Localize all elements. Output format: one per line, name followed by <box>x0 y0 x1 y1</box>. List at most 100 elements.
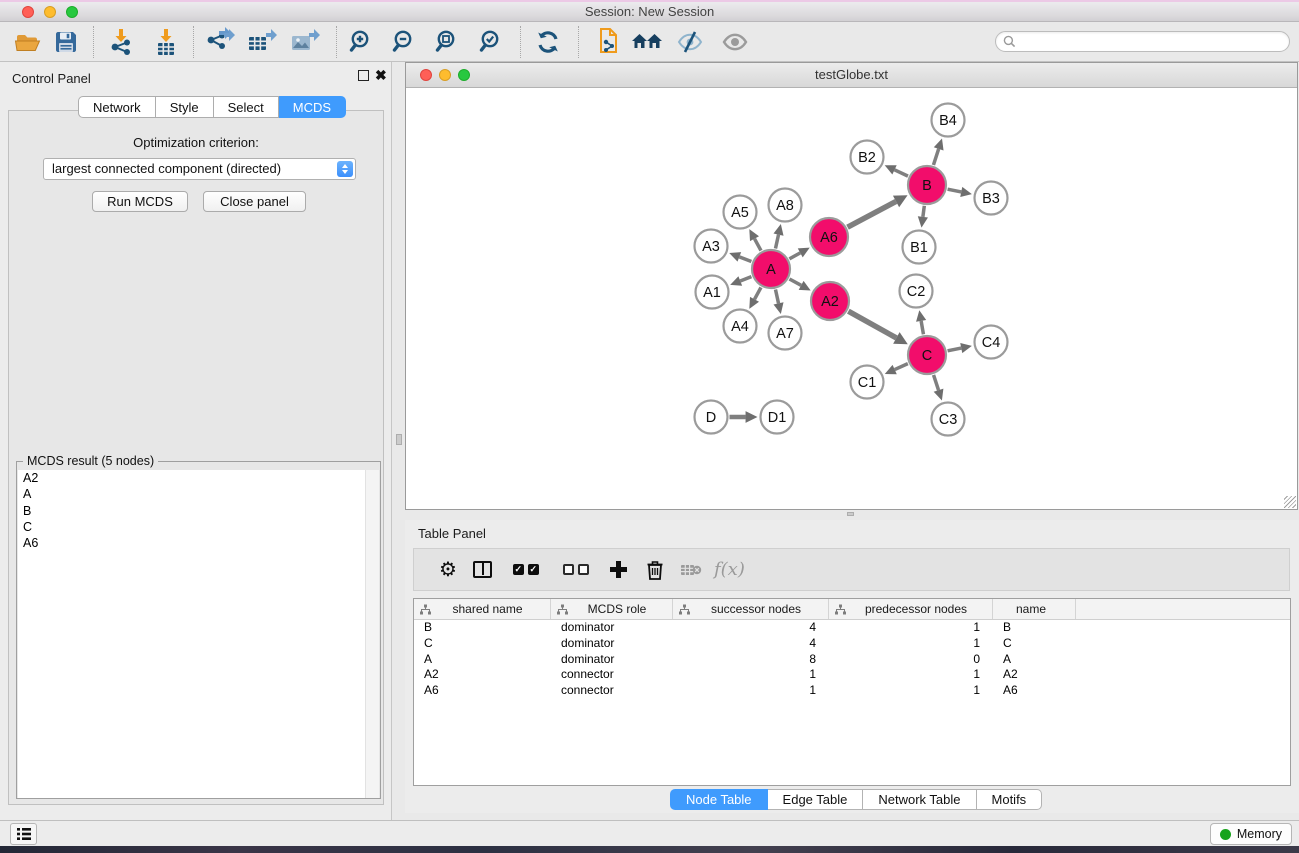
graph-edge-A-A7[interactable] <box>775 290 778 304</box>
network-zoom-button[interactable] <box>458 69 470 81</box>
cell[interactable]: dominator <box>551 636 673 652</box>
cell[interactable]: B <box>993 620 1076 636</box>
zoom-in-icon[interactable] <box>344 25 380 59</box>
cell[interactable]: 4 <box>673 620 829 636</box>
graph-node-A3[interactable]: A3 <box>695 230 728 263</box>
cell[interactable]: 1 <box>673 683 829 699</box>
graph-edge-A-A3[interactable] <box>739 257 751 262</box>
open-session-icon[interactable] <box>10 25 46 59</box>
network-minimize-button[interactable] <box>439 69 451 81</box>
network-from-file-icon[interactable] <box>590 25 626 59</box>
graph-edge-C-C3[interactable] <box>934 375 939 390</box>
graph-node-C2[interactable]: C2 <box>900 275 933 308</box>
vertical-scrollbar-remnant[interactable] <box>396 434 402 445</box>
split-view-icon[interactable] <box>464 553 501 587</box>
graph-node-A4[interactable]: A4 <box>724 310 757 343</box>
graph-node-C1[interactable]: C1 <box>851 366 884 399</box>
graph-node-B3[interactable]: B3 <box>975 182 1008 215</box>
table-row-A6[interactable]: A6connector11A6 <box>414 683 1290 699</box>
graph-node-C3[interactable]: C3 <box>932 403 965 436</box>
graph-node-A1[interactable]: A1 <box>696 276 729 309</box>
cell[interactable]: A6 <box>993 683 1076 699</box>
graph-node-D[interactable]: D <box>695 401 728 434</box>
result-item[interactable]: B <box>18 503 379 519</box>
column-header-shared-name[interactable]: shared name <box>414 599 551 619</box>
add-column-icon[interactable] <box>609 553 628 587</box>
network-window-titlebar[interactable]: testGlobe.txt <box>406 63 1297 88</box>
zoom-selected-icon[interactable] <box>474 25 510 59</box>
graph-edge-A2-C[interactable] <box>848 311 896 338</box>
mcds-result-list[interactable]: A2ABCA6 <box>18 470 379 798</box>
zoom-window-button[interactable] <box>66 6 78 18</box>
cell[interactable]: 0 <box>829 652 993 668</box>
cell[interactable]: 1 <box>829 683 993 699</box>
graph-edge-B-B1[interactable] <box>923 206 924 217</box>
export-table-icon[interactable] <box>243 25 279 59</box>
export-network-icon[interactable] <box>201 25 237 59</box>
close-panel-icon[interactable]: ✖ <box>375 67 387 83</box>
graph-node-B2[interactable]: B2 <box>851 141 884 174</box>
cell[interactable]: A <box>414 652 551 668</box>
graph-node-A5[interactable]: A5 <box>724 196 757 229</box>
tab-network-table[interactable]: Network Table <box>863 789 976 810</box>
table-row-B[interactable]: Bdominator41B <box>414 620 1290 636</box>
delete-column-trash-icon[interactable] <box>646 553 664 587</box>
zoom-fit-icon[interactable] <box>430 25 466 59</box>
table-row-A[interactable]: Adominator80A <box>414 652 1290 668</box>
column-header-successor-nodes[interactable]: successor nodes <box>673 599 829 619</box>
cell[interactable]: 4 <box>673 636 829 652</box>
network-close-button[interactable] <box>420 69 432 81</box>
table-row-C[interactable]: Cdominator41C <box>414 636 1290 652</box>
cell[interactable]: connector <box>551 683 673 699</box>
graph-edge-A-A6[interactable] <box>789 253 800 259</box>
graph-edge-A-A4[interactable] <box>755 287 761 299</box>
graph-node-D1[interactable]: D1 <box>761 401 794 434</box>
column-header-MCDS-role[interactable]: MCDS role <box>551 599 673 619</box>
table-row-A2[interactable]: A2connector11A2 <box>414 667 1290 683</box>
hide-visibility-icon[interactable] <box>672 25 708 59</box>
graph-edge-A-A2[interactable] <box>789 279 801 285</box>
graph-edge-B-B4[interactable] <box>933 149 938 165</box>
cell[interactable]: 1 <box>829 620 993 636</box>
float-panel-icon[interactable] <box>358 70 369 81</box>
function-builder-icon[interactable]: f(x) <box>702 553 745 587</box>
graph-node-B4[interactable]: B4 <box>932 104 965 137</box>
cell[interactable]: A2 <box>993 667 1076 683</box>
result-item[interactable]: A2 <box>18 470 379 486</box>
graph-edge-C-C4[interactable] <box>948 348 962 351</box>
cell[interactable]: connector <box>551 667 673 683</box>
tab-mcds[interactable]: MCDS <box>279 96 346 118</box>
deselect-all-columns-icon[interactable] <box>561 553 591 587</box>
graph-edge-A6-B[interactable] <box>848 201 896 227</box>
graph-edge-B-B2[interactable] <box>895 170 908 176</box>
graph-node-B1[interactable]: B1 <box>903 231 936 264</box>
graph-edge-C-C2[interactable] <box>921 321 923 334</box>
save-session-icon[interactable] <box>48 25 84 59</box>
tab-node-table[interactable]: Node Table <box>670 789 768 810</box>
tab-select[interactable]: Select <box>214 96 279 118</box>
graph-node-A7[interactable]: A7 <box>769 317 802 350</box>
select-all-columns-icon[interactable] <box>511 553 541 587</box>
cell[interactable]: dominator <box>551 620 673 636</box>
cell[interactable]: C <box>993 636 1076 652</box>
column-header-predecessor-nodes[interactable]: predecessor nodes <box>829 599 993 619</box>
graph-node-A2[interactable]: A2 <box>811 282 849 320</box>
cell[interactable]: 1 <box>829 636 993 652</box>
import-table-icon[interactable] <box>148 25 184 59</box>
memory-button[interactable]: Memory <box>1210 823 1292 845</box>
result-item[interactable]: A <box>18 486 379 502</box>
cell[interactable]: 1 <box>829 667 993 683</box>
search-input[interactable] <box>1020 35 1289 49</box>
graph-node-C[interactable]: C <box>908 336 946 374</box>
import-network-icon[interactable] <box>103 25 139 59</box>
cell[interactable]: 1 <box>673 667 829 683</box>
tab-network[interactable]: Network <box>78 96 156 118</box>
cell[interactable]: 8 <box>673 652 829 668</box>
graph-edge-A-A1[interactable] <box>740 277 751 281</box>
zoom-out-icon[interactable] <box>387 25 423 59</box>
graph-edge-C-C1[interactable] <box>895 364 908 370</box>
cell[interactable]: A2 <box>414 667 551 683</box>
minimize-window-button[interactable] <box>44 6 56 18</box>
network-canvas[interactable]: AA1A3A5A8A4A7A6A2BB1B2B3B4CC1C2C3C4DD1 <box>406 88 1297 509</box>
refresh-icon[interactable] <box>530 25 566 59</box>
